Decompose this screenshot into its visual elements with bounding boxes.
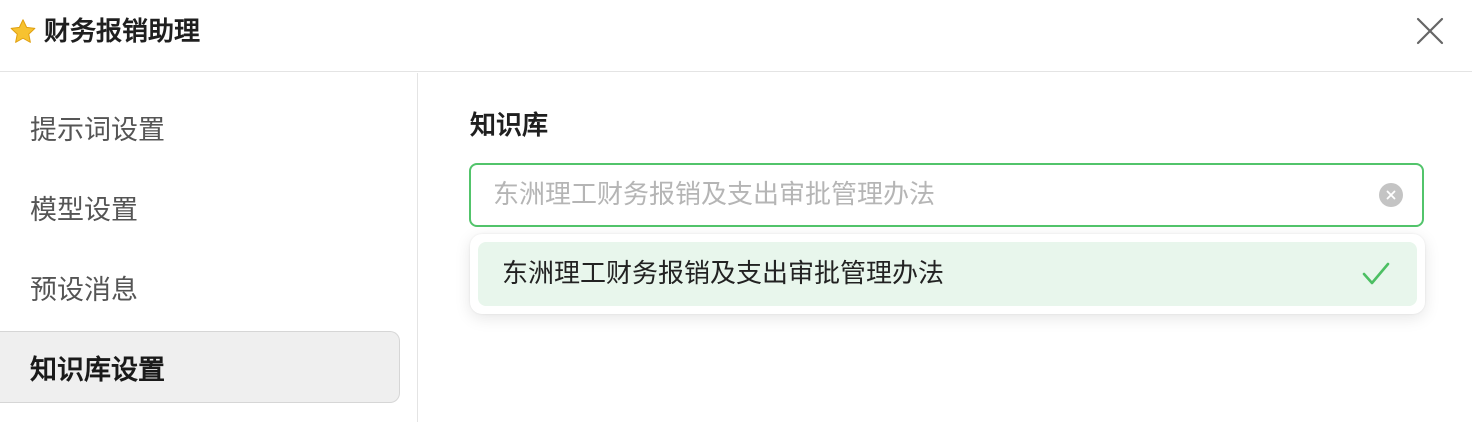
check-icon (1362, 262, 1390, 285)
sidebar-item-label: 知识库设置 (30, 354, 165, 386)
sidebar-item-prompt-settings[interactable]: 提示词设置 (0, 91, 400, 163)
dialog-title: 财务报销助理 (44, 17, 201, 47)
close-button[interactable] (1412, 13, 1448, 49)
dropdown-option[interactable]: 东洲理工财务报销及支出审批管理办法 (478, 242, 1417, 306)
knowledge-base-select[interactable]: 东洲理工财务报销及支出审批管理办法 (469, 163, 1424, 227)
clear-selection-button[interactable] (1379, 183, 1403, 207)
knowledge-base-dropdown: 东洲理工财务报销及支出审批管理办法 (470, 234, 1425, 314)
star-icon (10, 19, 36, 43)
sidebar-item-label: 模型设置 (30, 194, 138, 226)
sidebar-item-model-settings[interactable]: 模型设置 (0, 171, 400, 243)
sidebar-item-preset-messages[interactable]: 预设消息 (0, 251, 400, 323)
select-value: 东洲理工财务报销及支出审批管理办法 (493, 180, 936, 210)
sidebar-item-label: 预设消息 (30, 274, 138, 306)
close-icon[interactable] (1416, 17, 1444, 45)
settings-sidebar: 提示词设置 模型设置 预设消息 知识库设置 (0, 73, 418, 422)
knowledge-section-label: 知识库 (470, 111, 549, 141)
clear-icon[interactable] (1386, 190, 1396, 200)
dialog-title-wrap: 财务报销助理 (8, 14, 200, 50)
dialog-header: 财务报销助理 (0, 0, 1472, 72)
sidebar-item-label: 提示词设置 (30, 114, 165, 146)
dropdown-option-label: 东洲理工财务报销及支出审批管理办法 (502, 259, 945, 289)
sidebar-item-knowledge-settings[interactable]: 知识库设置 (0, 331, 400, 403)
